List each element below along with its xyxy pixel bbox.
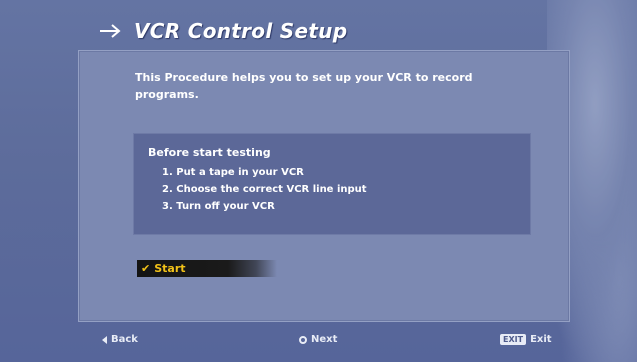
- list-item: 3. Turn off your VCR: [162, 201, 275, 212]
- exit-key-badge: EXIT: [500, 334, 527, 345]
- exit-button[interactable]: EXIT Exit: [500, 334, 552, 345]
- next-button[interactable]: Next: [299, 334, 337, 345]
- start-button-label: Start: [154, 262, 186, 275]
- list-item: 2. Choose the correct VCR line input: [162, 184, 367, 195]
- start-button[interactable]: ✔ Start: [137, 260, 277, 277]
- arrow-right-icon: [100, 24, 121, 38]
- steps-list: 1. Put a tape in your VCR 2. Choose the …: [162, 164, 367, 215]
- description-text: This Procedure helps you to set up your …: [135, 71, 473, 101]
- back-button[interactable]: Back: [102, 334, 138, 345]
- triangle-left-icon: [102, 335, 107, 344]
- content-panel: This Procedure helps you to set up your …: [78, 50, 570, 322]
- page-title: VCR Control Setup: [134, 19, 348, 43]
- circle-icon: [299, 335, 307, 344]
- exit-label: Exit: [530, 334, 552, 345]
- list-item: 1. Put a tape in your VCR: [162, 167, 304, 178]
- screen: VCR Control Setup This Procedure helps y…: [0, 0, 637, 362]
- next-label: Next: [311, 334, 338, 345]
- check-icon: ✔: [141, 262, 151, 275]
- info-box: Before start testing 1. Put a tape in yo…: [133, 133, 531, 235]
- footer-bar: Back Next EXIT Exit: [0, 328, 637, 354]
- back-label: Back: [111, 334, 138, 345]
- title-bar: VCR Control Setup: [98, 16, 347, 46]
- info-heading: Before start testing: [148, 146, 271, 159]
